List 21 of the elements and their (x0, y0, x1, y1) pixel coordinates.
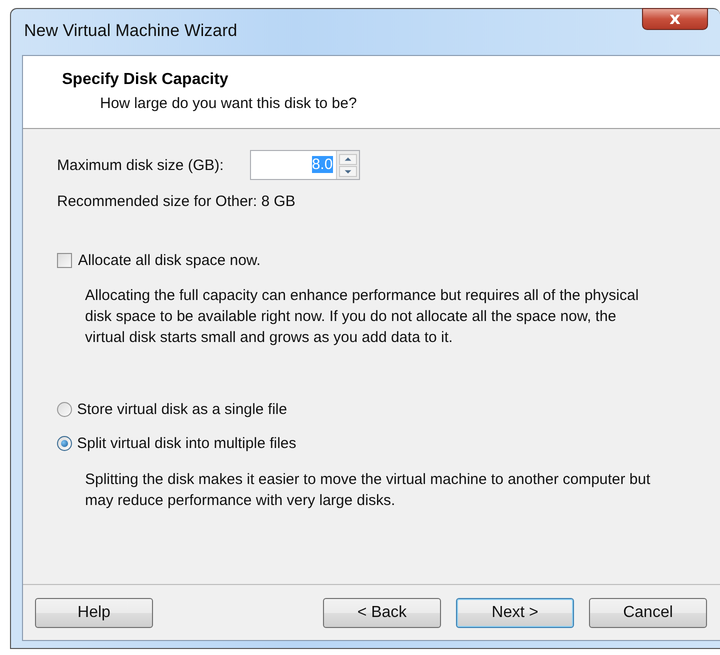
dialog-button[interactable]: Next > (456, 598, 574, 628)
dialog-button[interactable]: Help (35, 598, 153, 628)
radio-label: Split virtual disk into multiple files (77, 435, 296, 452)
dialog-button[interactable]: Cancel (589, 598, 707, 628)
dialog-button[interactable]: < Back (323, 598, 441, 628)
radio-button[interactable] (57, 402, 72, 417)
radio-label: Store virtual disk as a single file (77, 401, 288, 418)
disk-size-label: Maximum disk size (GB): (57, 156, 224, 174)
close-button[interactable]: x (642, 8, 708, 30)
window-title: New Virtual Machine Wizard (24, 21, 238, 41)
checkbox-label: Allocate all disk space now. (78, 252, 261, 269)
page-subtitle: How large do you want this disk to be? (100, 95, 358, 112)
spin-down-icon[interactable] (338, 166, 357, 176)
disk-size-value: 8.0 (312, 156, 333, 173)
spin-up-icon[interactable] (338, 154, 357, 164)
recommended-size-text: Recommended size for Other: 8 GB (57, 193, 296, 210)
checkbox[interactable] (57, 253, 72, 268)
description-text: Allocating the full capacity can enhance performance but requires all of the physical disk space to be available right now. If you do not allocate all the space now, the virtual disk starts small and grows as you add data to it. (85, 286, 640, 348)
radio-button[interactable] (57, 436, 72, 451)
page-title: Specify Disk Capacity (62, 71, 230, 89)
description-text: Splitting the disk makes it easier to move the virtual machine to another computer but may reduce performance with very large disks. (85, 470, 652, 511)
